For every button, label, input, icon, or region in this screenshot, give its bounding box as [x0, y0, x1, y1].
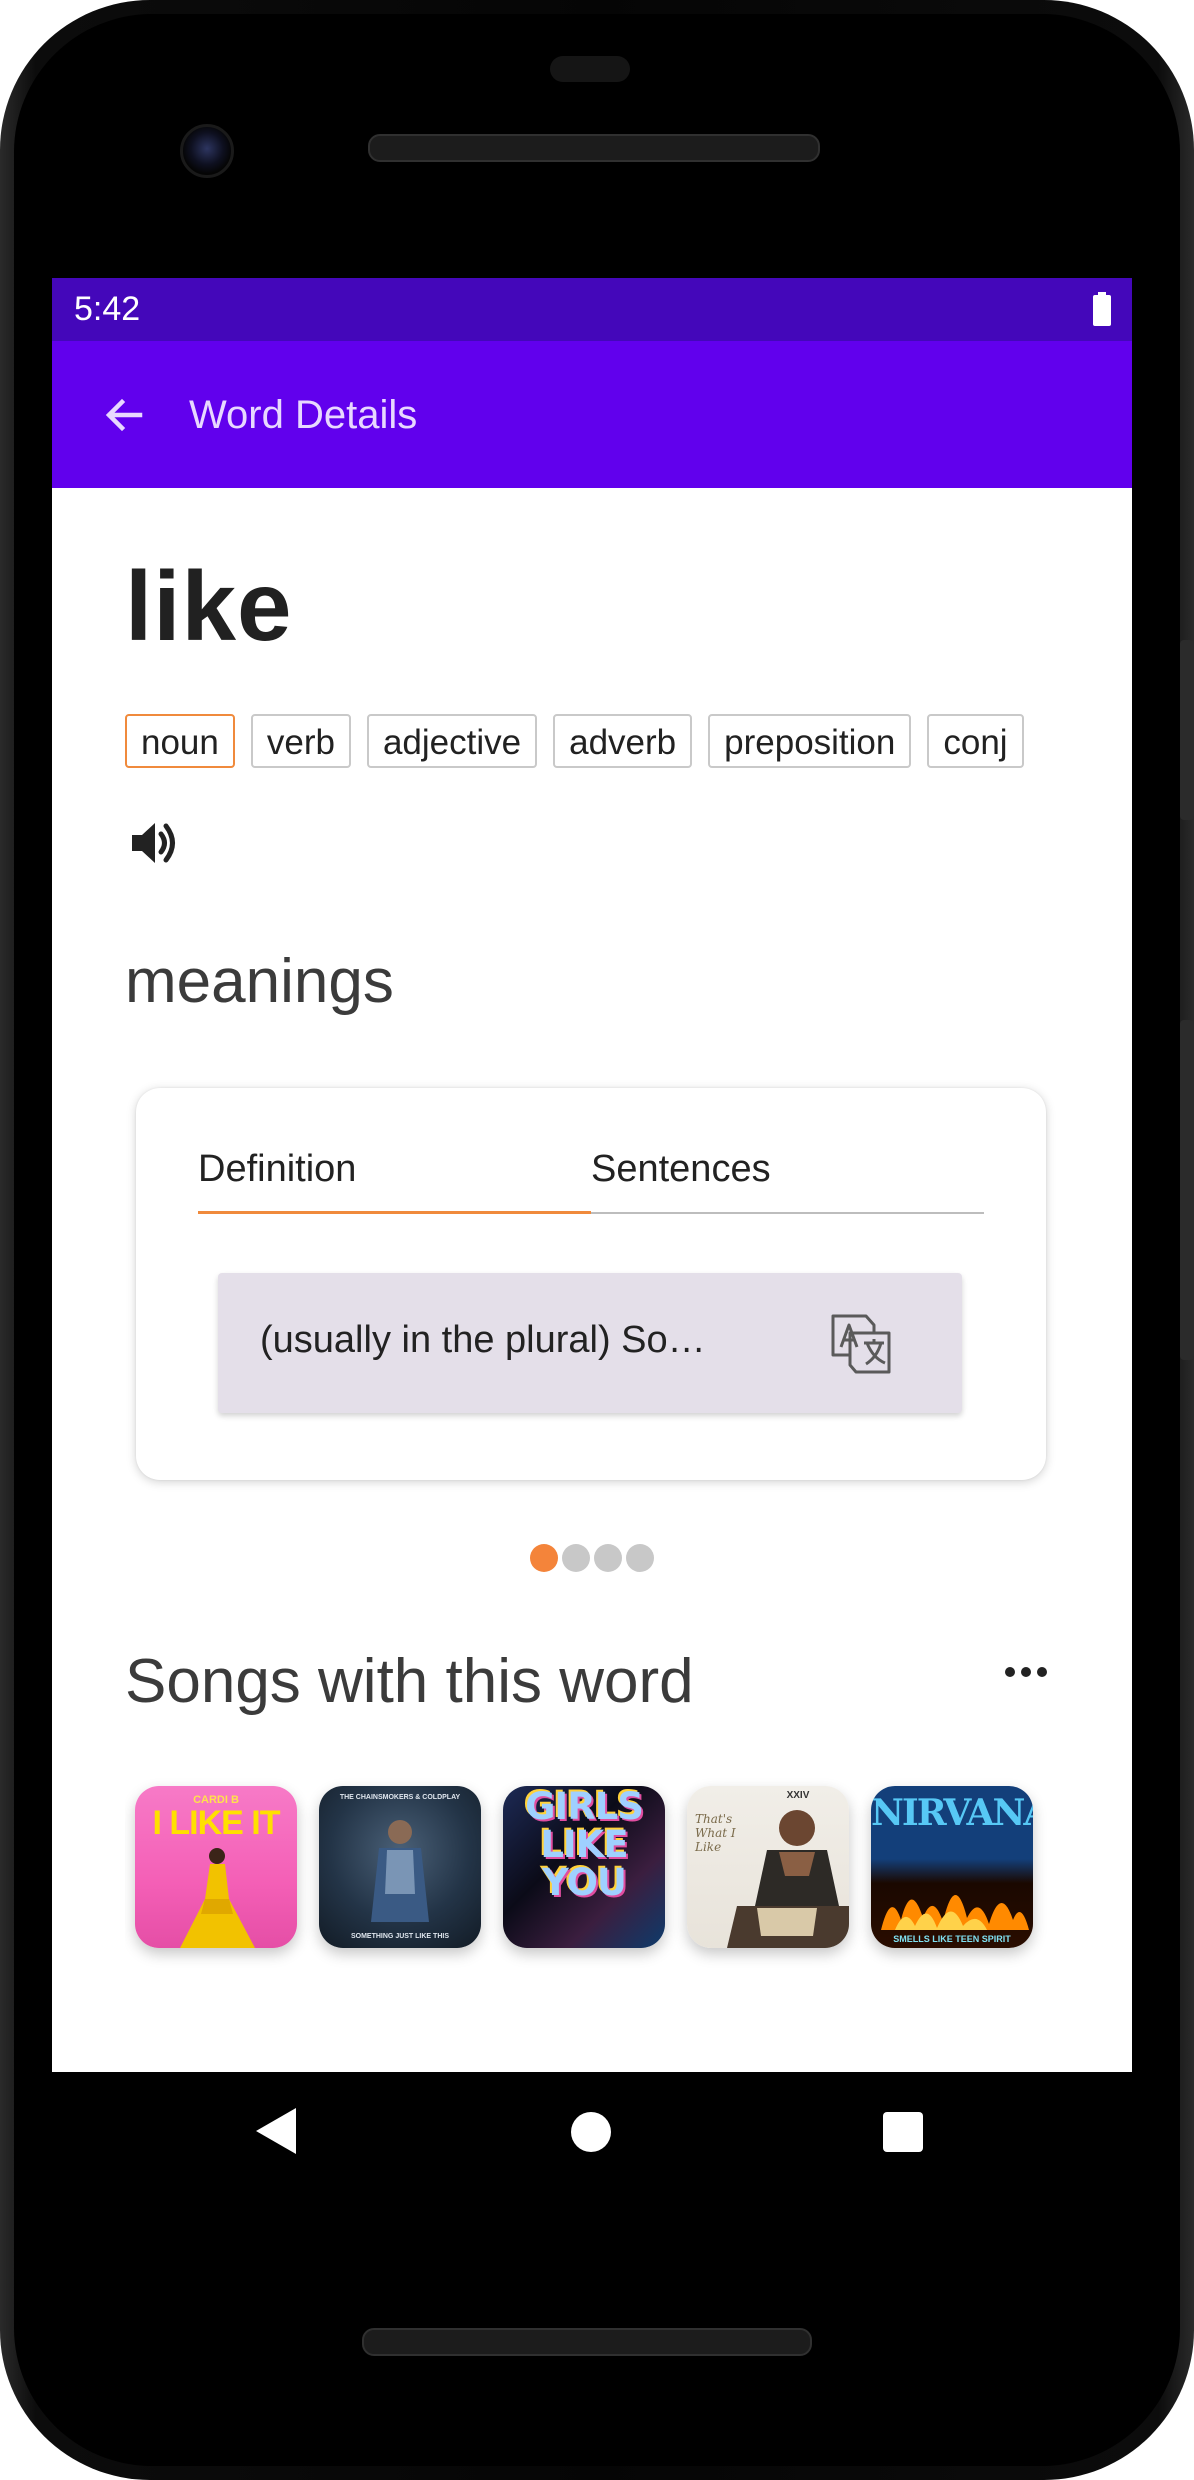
- system-nav-bar: [0, 2072, 1194, 2202]
- volume-icon[interactable]: [128, 816, 182, 870]
- phone-frame: 5:42 Word Details like noun verb adjective…: [0, 0, 1194, 2480]
- arrow-left-icon[interactable]: [100, 391, 148, 439]
- power-button: [1180, 640, 1194, 820]
- cover-title: SOMETHING JUST LIKE THIS: [350, 1933, 449, 1940]
- meanings-tabs: Definition Sentences: [198, 1148, 984, 1214]
- definition-item[interactable]: (usually in the plural) So…: [218, 1273, 962, 1413]
- part-of-speech-chips: noun verb adjective adverb preposition conj: [125, 714, 1111, 774]
- cover-title: NIRVANA: [871, 1792, 1033, 1834]
- page-title: Word Details: [189, 393, 418, 437]
- cover-artist: THE CHAINSMOKERS & COLDPLAY: [339, 1794, 461, 1801]
- translate-icon[interactable]: [830, 1313, 892, 1375]
- meanings-card: Definition Sentences (usually in the plu…: [136, 1088, 1046, 1480]
- pager-dot-4[interactable]: [626, 1544, 654, 1572]
- pager-dot-3[interactable]: [594, 1544, 622, 1572]
- bottom-speaker-grille: [362, 2328, 812, 2356]
- chip-verb[interactable]: verb: [250, 714, 351, 768]
- word-heading: like: [125, 551, 293, 661]
- cover-figure: [180, 1848, 255, 1948]
- app-screen: 5:42 Word Details like noun verb adjective…: [52, 278, 1132, 2072]
- chip-preposition[interactable]: preposition: [708, 714, 912, 768]
- song-cover-i-like-it[interactable]: CARDI B I LIKE IT: [135, 1786, 297, 1948]
- nav-recents-icon[interactable]: [883, 2112, 923, 2152]
- app-bar: Word Details: [52, 341, 1132, 488]
- more-horizontal-icon[interactable]: [1004, 1660, 1048, 1684]
- meanings-title: meanings: [125, 947, 394, 1016]
- tab-definition[interactable]: Definition: [198, 1148, 356, 1214]
- chip-adverb[interactable]: adverb: [553, 714, 693, 768]
- battery-icon: [1093, 292, 1111, 326]
- cover-figure: [727, 1810, 849, 1948]
- front-camera: [180, 124, 234, 178]
- chip-noun[interactable]: noun: [125, 714, 235, 768]
- status-bar: 5:42: [52, 278, 1132, 341]
- tab-active-indicator: [198, 1211, 591, 1214]
- song-cover-girls-like-you[interactable]: GIRLS LIKE YOU: [503, 1786, 665, 1948]
- cover-fire: [881, 1894, 1029, 1930]
- chip-adjective[interactable]: adjective: [366, 714, 538, 768]
- pager-dot-2[interactable]: [562, 1544, 590, 1572]
- song-covers-list: CARDI B I LIKE IT THE CHAINSMOKERS & COL…: [125, 1778, 1111, 1978]
- chip-conjunction[interactable]: conj: [927, 714, 1024, 768]
- songs-title: Songs with this word: [125, 1647, 694, 1716]
- cover-subtitle: SMELLS LIKE TEEN SPIRIT: [893, 1934, 1011, 1944]
- cover-title: I LIKE IT: [152, 1804, 281, 1842]
- song-cover-something-just-like-this[interactable]: THE CHAINSMOKERS & COLDPLAY SOMETHING JU…: [319, 1786, 481, 1948]
- volume-button: [1180, 1020, 1194, 1360]
- song-cover-smells-like-teen-spirit[interactable]: NIRVANA SMELLS LIKE TEEN SPIRIT: [871, 1786, 1033, 1948]
- earpiece-sensor: [550, 56, 630, 82]
- cover-figure: [371, 1820, 429, 1922]
- nav-home-icon[interactable]: [571, 2112, 611, 2152]
- nav-back-icon[interactable]: [256, 2108, 298, 2154]
- top-speaker-grille: [368, 134, 820, 162]
- status-time: 5:42: [74, 290, 141, 328]
- cover-title: GIRLS LIKE YOU: [525, 1786, 644, 1904]
- pager-dot-1[interactable]: [530, 1544, 558, 1572]
- definition-text: (usually in the plural) So…: [260, 1319, 706, 1361]
- song-cover-thats-what-i-like[interactable]: XXIV That's What I Like: [687, 1786, 849, 1948]
- tab-sentences[interactable]: Sentences: [591, 1148, 771, 1214]
